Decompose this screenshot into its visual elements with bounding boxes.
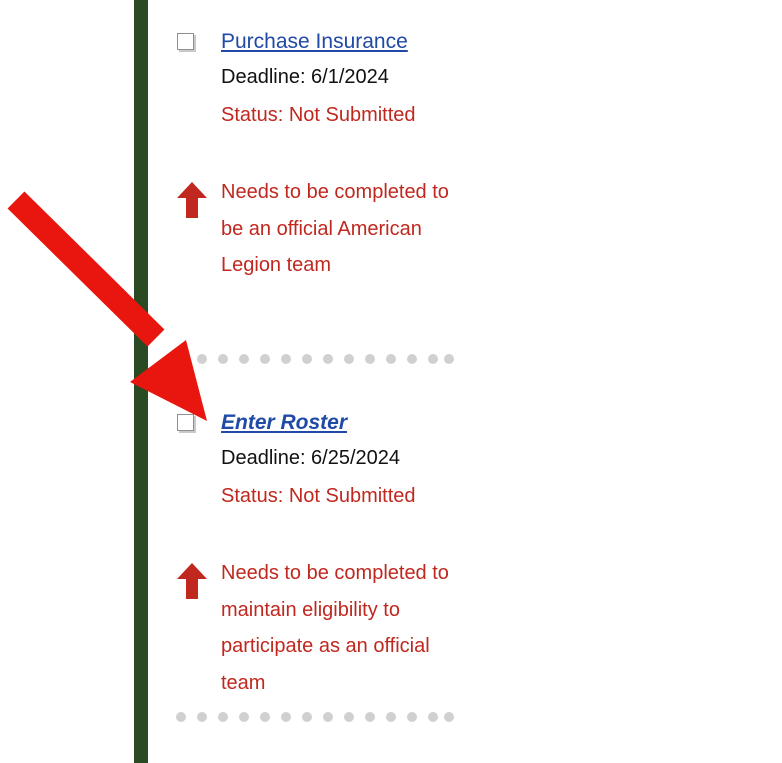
task-title-link[interactable]: Enter Roster: [221, 410, 347, 436]
task-deadline: Deadline: 6/25/2024: [221, 447, 401, 469]
task-list-page: Purchase Insurance Deadline: 6/1/2024 St…: [0, 0, 782, 763]
task-status: Status: Not Submitted: [221, 104, 416, 126]
dotted-separator: [176, 712, 454, 722]
warning-text: Needs to be completed to be an official …: [221, 181, 449, 276]
warning-text: Needs to be completed to maintain eligib…: [221, 562, 449, 694]
task-checkbox[interactable]: [177, 33, 194, 50]
task-checkbox[interactable]: [177, 414, 194, 431]
up-arrow-icon: [177, 182, 207, 218]
task-status: Status: Not Submitted: [221, 485, 416, 507]
task-title-link[interactable]: Purchase Insurance: [221, 29, 408, 55]
up-arrow-icon: [177, 563, 207, 599]
task-deadline: Deadline: 6/1/2024: [221, 66, 389, 88]
sidebar-accent-bar: [134, 0, 148, 763]
dotted-separator: [176, 354, 454, 364]
